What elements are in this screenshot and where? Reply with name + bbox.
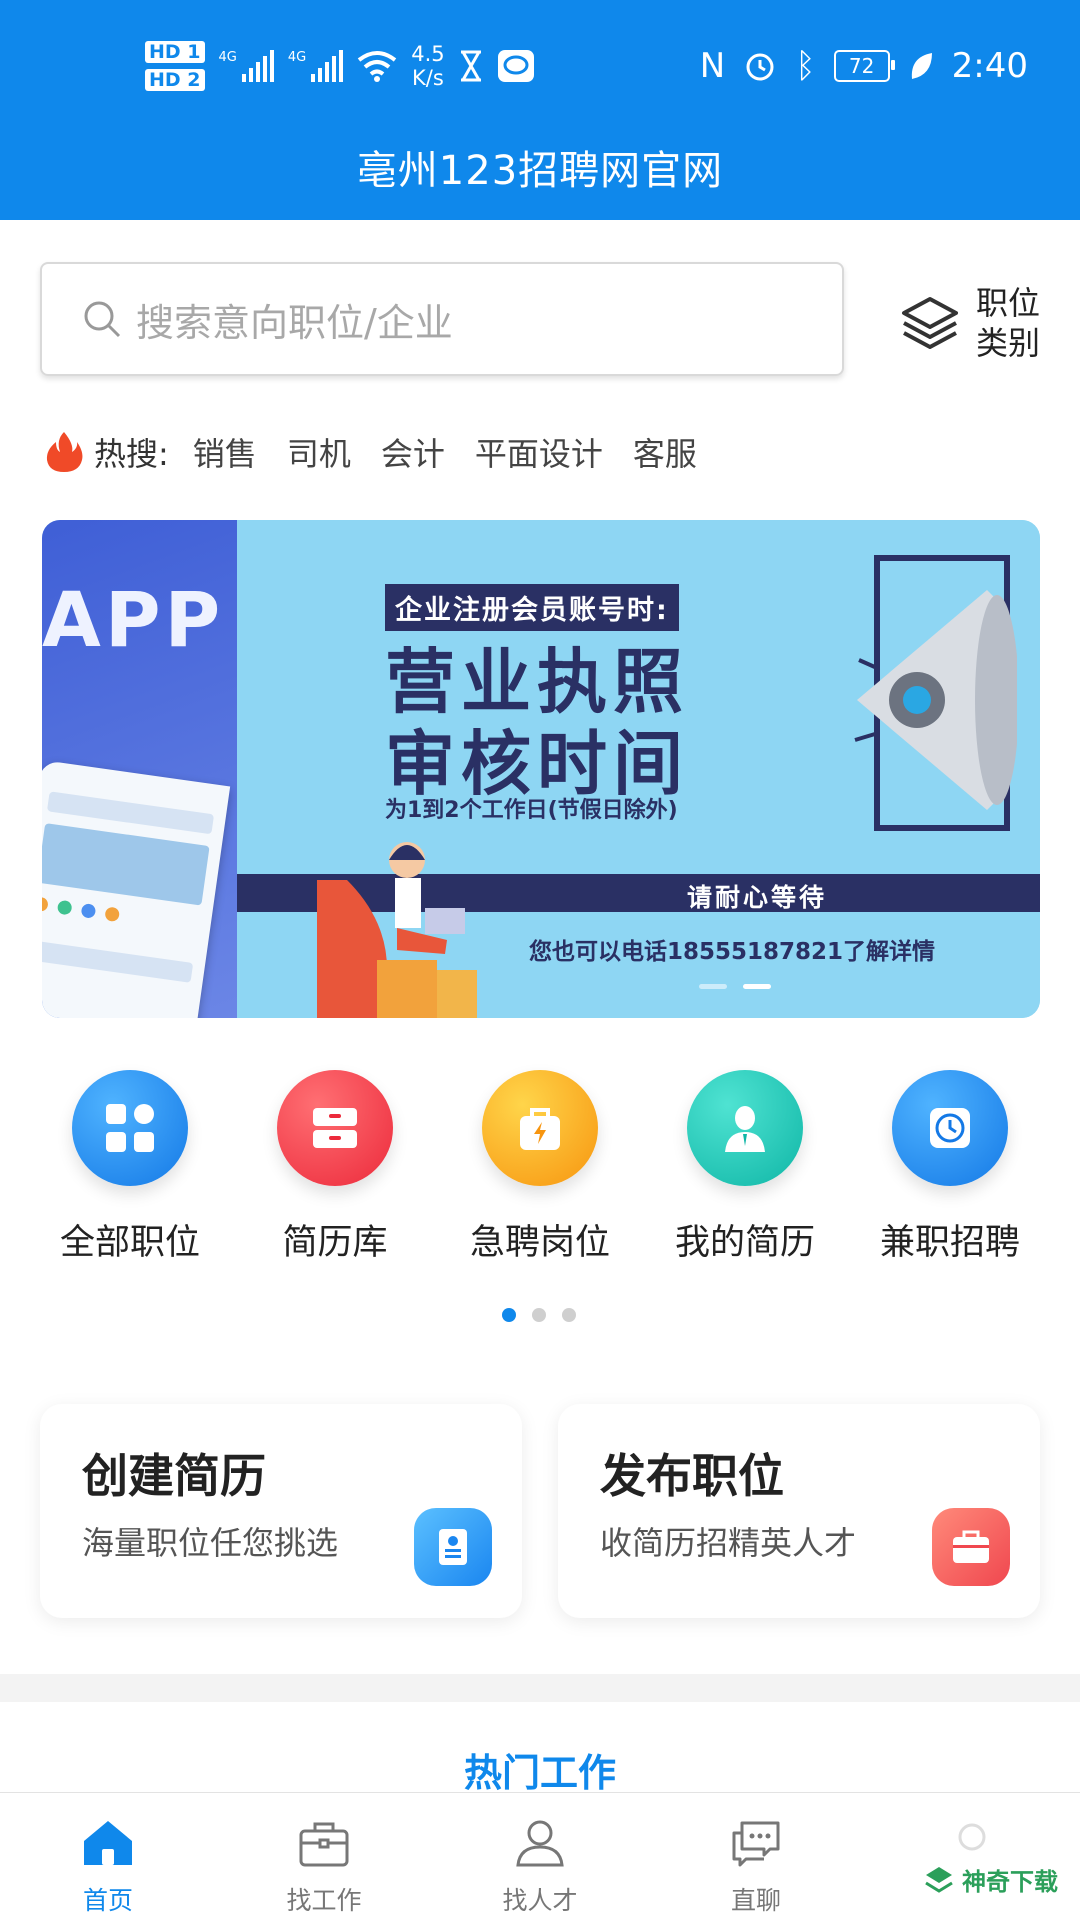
category-label: 职位类别 [976,284,1041,362]
hd2-badge: HD 2 [145,69,205,91]
drawer-icon [277,1070,393,1186]
banner-app-text: APP [42,575,225,664]
signal-icon-2: 4G [288,50,344,82]
watermark: 神奇下载 [924,1862,1058,1897]
banner-dot [699,984,727,989]
section-title-hot-jobs[interactable]: 热门工作 [0,1742,1080,1797]
search-icon [84,301,121,338]
network-speed: 4.5 K/s [411,42,445,90]
promo-banner[interactable]: APP 企业注册会员账号时: 营业执照 审核时间 为1到2个工作日(节假日除外)… [42,520,1040,1018]
banner-phone-text: 您也可以电话18555187821了解详情 [529,939,936,965]
card-title: 创建简历 [82,1449,266,1503]
battery-icon: 72 [833,50,895,82]
search-input[interactable]: 搜索意向职位/企业 [40,262,844,376]
home-icon [84,1821,132,1865]
nav-label: 首页 [82,1886,133,1915]
briefcase-icon [932,1508,1010,1586]
card-title: 发布职位 [600,1449,784,1503]
page-title: 亳州123招聘网官网 [356,148,724,194]
menu-pager [502,1308,576,1322]
quick-resume-library[interactable]: 简历库 [235,1070,435,1265]
hourglass-icon [460,50,481,82]
nav-home[interactable]: 首页 [0,1793,216,1921]
hot-search-item[interactable]: 客服 [633,429,697,475]
hot-search-item[interactable]: 销售 [193,429,257,475]
megaphone-icon [854,555,1017,831]
quick-menu: 全部职位 简历库 急聘岗位 我的简历 兼职招聘 [30,1070,1050,1265]
fire-icon [46,432,83,472]
hot-search-item[interactable]: 司机 [287,429,351,475]
nav-chat[interactable]: 直聊 [648,1793,864,1921]
status-left: HD 1 HD 2 4G 4G 4.5 K/s [145,36,535,96]
quick-label: 全部职位 [59,1223,200,1263]
card-desc: 海量职位任您挑选 [82,1524,339,1562]
bottom-nav: 首页 找工作 找人才 直聊 [0,1792,1080,1921]
quick-label: 我的简历 [674,1223,815,1263]
nfc-icon: N [699,46,726,86]
status-bar: HD 1 HD 2 4G 4G 4.5 K/s N ᛒ 72 2:40 [0,0,1080,120]
banner-tag: 企业注册会员账号时: [385,584,679,631]
nav-find-job[interactable]: 找工作 [216,1793,432,1921]
bluetooth-icon: ᛒ [795,46,816,86]
id-card-icon [414,1508,492,1586]
hd1-badge: HD 1 [145,41,205,63]
nav-label: 找工作 [286,1886,362,1915]
quick-label: 急聘岗位 [469,1223,610,1263]
nav-label: 直聊 [730,1886,781,1915]
nav-find-talent[interactable]: 找人才 [432,1793,648,1921]
pager-dot [562,1308,576,1322]
create-resume-card[interactable]: 创建简历 海量职位任您挑选 [40,1404,522,1618]
message-app-icon [497,50,534,82]
chat-icon [732,1821,780,1867]
person-illustration [317,842,477,1018]
hot-search: 热搜: 销售 司机 会计 平面设计 客服 [44,424,727,480]
hd-badges: HD 1 HD 2 [145,41,205,91]
search-placeholder: 搜索意向职位/企业 [136,300,453,345]
wifi-icon [358,51,397,82]
card-desc: 收简历招精英人才 [600,1524,857,1562]
lightning-bag-icon [482,1070,598,1186]
quick-my-resume[interactable]: 我的简历 [645,1070,845,1265]
alarm-icon [746,53,774,81]
quick-label: 简历库 [282,1223,388,1263]
clock-time: 2:40 [951,46,1028,86]
user-icon [516,1820,564,1867]
layers-icon [902,297,958,349]
hot-search-item[interactable]: 平面设计 [475,429,603,475]
pager-dot [532,1308,546,1322]
section-divider [0,1674,1080,1702]
briefcase-icon [299,1822,349,1867]
watermark-text: 神奇下载 [962,1868,1058,1896]
pager-dot-active [502,1308,516,1322]
banner-current-slide: 企业注册会员账号时: 营业执照 审核时间 为1到2个工作日(节假日除外) 请耐心… [237,520,1040,1018]
category-button[interactable]: 职位类别 [900,278,1050,368]
quick-all-jobs[interactable]: 全部职位 [30,1070,230,1265]
app-header: HD 1 HD 2 4G 4G 4.5 K/s N ᛒ 72 2:40 亳州12… [0,0,1080,220]
banner-dot-active [743,984,771,989]
hot-search-item[interactable]: 会计 [381,429,445,475]
quick-part-time[interactable]: 兼职招聘 [850,1070,1050,1265]
hot-search-label: 热搜: [94,435,169,473]
nav-label: 找人才 [502,1886,578,1915]
banner-indicator [699,984,771,989]
nav-mine[interactable] [864,1793,1080,1921]
banner-prev-slide: APP [42,520,237,1018]
quick-urgent-jobs[interactable]: 急聘岗位 [440,1070,640,1265]
signal-icon-1: 4G [219,50,274,82]
clock-icon [892,1070,1008,1186]
grid-icon [72,1070,188,1186]
watermark-logo-icon [925,1866,953,1893]
phone-mockup-image [42,760,231,1018]
quick-label: 兼职招聘 [879,1223,1020,1263]
person-icon [687,1070,803,1186]
banner-wait-text: 请耐心等待 [687,883,828,912]
status-right: N ᛒ 72 2:40 [700,42,1028,90]
leaf-icon [911,53,932,79]
post-job-card[interactable]: 发布职位 收简历招精英人才 [558,1404,1040,1618]
